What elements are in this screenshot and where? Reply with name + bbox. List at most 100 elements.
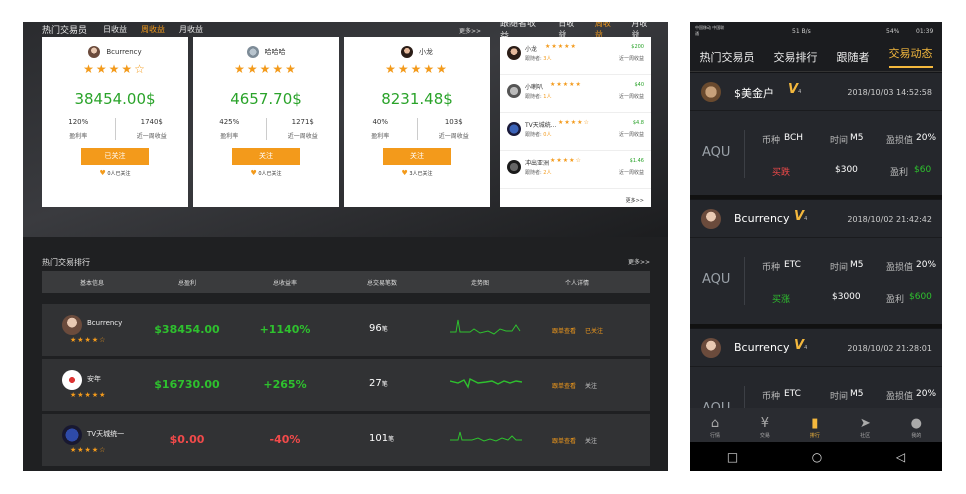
- more-link[interactable]: 更多>>: [626, 197, 644, 204]
- vip-badge-icon: V4: [788, 82, 802, 97]
- list-item[interactable]: 小喇叭 ★★★★★ 跟随者: 1人 $40 近一周收益: [500, 75, 651, 113]
- rating-stars: ★★★★★: [550, 81, 582, 88]
- nav-ranking[interactable]: ▮ 排行: [810, 408, 820, 442]
- avatar: [701, 209, 721, 229]
- nav-label: 交易: [759, 433, 770, 439]
- table-row[interactable]: 安年 ★★★★★ $16730.00 +265% 27笔 跟单查看 关注: [42, 359, 650, 411]
- trade-card-header: $美金户 V4 2018/10/03 14:52:58: [690, 73, 942, 111]
- trade-amount: $3000: [832, 292, 861, 302]
- carrier-label: 中国移动 中国联通: [695, 25, 725, 36]
- follow-button[interactable]: 关注: [383, 148, 451, 165]
- rating-stars: ★★★★☆: [70, 446, 107, 454]
- trade-count: 27笔: [369, 378, 388, 389]
- trade-card[interactable]: Bcurrency V4 2018/10/02 21:28:01 AQU 币种 …: [690, 329, 942, 434]
- avatar: [507, 160, 521, 174]
- trade-unit: 笔: [388, 436, 395, 443]
- earning-period: 近一周收益: [618, 94, 644, 100]
- follow-button[interactable]: 已关注: [81, 148, 149, 165]
- profit-label: 盈利: [886, 295, 905, 305]
- trader-name[interactable]: Bcurrency: [106, 48, 141, 56]
- vip-level: 4: [804, 345, 808, 351]
- followers-label: 跟随者:: [525, 56, 542, 62]
- tab-hot-traders[interactable]: 热门交易员: [700, 49, 755, 65]
- period-label: 时间: [830, 263, 849, 273]
- column-header: 总交易笔数: [366, 280, 397, 287]
- home-button-icon[interactable]: ○: [812, 450, 822, 464]
- heart-icon: ♥: [99, 169, 106, 177]
- trade-count-value: 27: [369, 378, 382, 389]
- trader-name: TV天城统一: [87, 430, 125, 438]
- followers-count: 0人: [543, 132, 552, 138]
- tab-monthly[interactable]: 月收益: [179, 24, 203, 35]
- follower-header: 跟随者收益 日收益 周收益 月收益: [500, 22, 668, 42]
- coin-value: BCH: [784, 133, 804, 143]
- avatar[interactable]: [246, 46, 259, 58]
- tab-followers[interactable]: 跟随者: [837, 49, 870, 65]
- trade-card[interactable]: Bcurrency V4 2018/10/02 21:42:42 AQU 币种 …: [690, 200, 942, 326]
- avatar[interactable]: [88, 46, 101, 58]
- nav-label: 社区: [860, 433, 871, 439]
- total-profit: $0.00: [169, 433, 205, 446]
- trader-name[interactable]: 哈哈哈: [265, 47, 286, 57]
- home-icon: ⌂: [710, 416, 720, 431]
- ratio-value: 20%: [916, 133, 937, 143]
- view-copy-button[interactable]: 跟单查看: [552, 436, 576, 445]
- nav-label: 行情: [709, 433, 720, 439]
- more-link[interactable]: 更多>>: [459, 26, 481, 35]
- total-profit: 4657.70$: [230, 90, 302, 108]
- rating-stars: ★★★★★: [545, 43, 577, 50]
- rating-stars: ★★★★☆: [550, 157, 582, 164]
- hot-trader-header: 热门交易员 日收益 周收益 月收益: [42, 22, 217, 36]
- trader-card: 小龙 ★★★★★ 8231.48$ 40% 盈利率 103$ 近一周收益 关注 ♥ …: [344, 37, 490, 207]
- back-icon[interactable]: ◁: [896, 450, 905, 464]
- tab-trade-feed[interactable]: 交易动态: [888, 45, 933, 68]
- column-header: 基本信息: [79, 280, 104, 287]
- nav-profile[interactable]: ● 我的: [911, 408, 922, 442]
- view-copy-button[interactable]: 跟单查看: [552, 381, 576, 390]
- list-item[interactable]: 小龙 ★★★★★ 跟随者: 3人 $200 近一周收益: [500, 37, 651, 75]
- table-row[interactable]: TV天城统一 ★★★★☆ $0.00 -40% 101笔 跟单查看 关注: [42, 414, 650, 466]
- avatar[interactable]: [401, 46, 413, 58]
- trade-profit: $600: [909, 292, 932, 302]
- trade-side: 买跌: [772, 168, 791, 178]
- mobile-view: 中国移动 中国联通 51 B/s 54% 01:39 热门交易员 交易排行 跟随…: [690, 22, 942, 471]
- follow-button[interactable]: 关注: [585, 381, 597, 390]
- section-title: 热门交易排行: [42, 258, 90, 267]
- profit-rate-label: 盈利率: [220, 133, 239, 140]
- follower-count: 3人已关注: [409, 171, 433, 177]
- trade-icon: ¥: [760, 416, 770, 431]
- trader-name: Bcurrency: [734, 212, 790, 225]
- nav-trade[interactable]: ¥ 交易: [760, 408, 770, 442]
- avatar: [701, 338, 721, 358]
- battery-level: 54%: [886, 28, 900, 35]
- week-profit-label: 近一周收益: [136, 133, 167, 140]
- nav-community[interactable]: ➤ 社区: [860, 408, 871, 442]
- ratio-label: 盈损值: [886, 263, 914, 273]
- trader-name[interactable]: 小龙: [419, 47, 433, 57]
- divider: [690, 195, 942, 199]
- table-row[interactable]: Bcurrency ★★★★☆ $38454.00 +1140% 96笔 跟单查…: [42, 304, 650, 356]
- divider: [744, 257, 745, 305]
- view-copy-button[interactable]: 跟单查看: [552, 326, 576, 335]
- total-profit: 38454.00$: [74, 90, 156, 108]
- period-value: M5: [850, 260, 864, 270]
- tab-weekly[interactable]: 周收益: [141, 24, 165, 35]
- trader-name: $美金户: [734, 87, 774, 100]
- heart-icon: ♥: [401, 169, 408, 177]
- follow-button[interactable]: 关注: [585, 436, 597, 445]
- list-item[interactable]: 冲出亚洲 ★★★★☆ 跟随者: 2人 $1.46 近一周收益: [500, 151, 651, 189]
- follow-button[interactable]: 关注: [232, 148, 300, 165]
- list-item[interactable]: TV天城统... ★★★★☆ 跟随者: 0人 $4.8 近一周收益: [500, 113, 651, 151]
- nav-label: 排行: [809, 433, 820, 439]
- earning-amount: $1.46: [629, 158, 644, 164]
- recent-apps-icon[interactable]: □: [727, 450, 738, 464]
- trend-chart: [450, 431, 522, 442]
- nav-market[interactable]: ⌂ 行情: [710, 408, 720, 442]
- earning-amount: $40: [634, 82, 644, 88]
- follow-button[interactable]: 已关注: [585, 326, 603, 335]
- tab-ranking[interactable]: 交易排行: [774, 49, 818, 65]
- trade-card[interactable]: $美金户 V4 2018/10/03 14:52:58 AQU 币种 BCH 时…: [690, 73, 942, 199]
- more-link[interactable]: 更多>>: [628, 257, 650, 266]
- tab-daily[interactable]: 日收益: [103, 24, 127, 35]
- earning-period: 近一周收益: [618, 56, 644, 62]
